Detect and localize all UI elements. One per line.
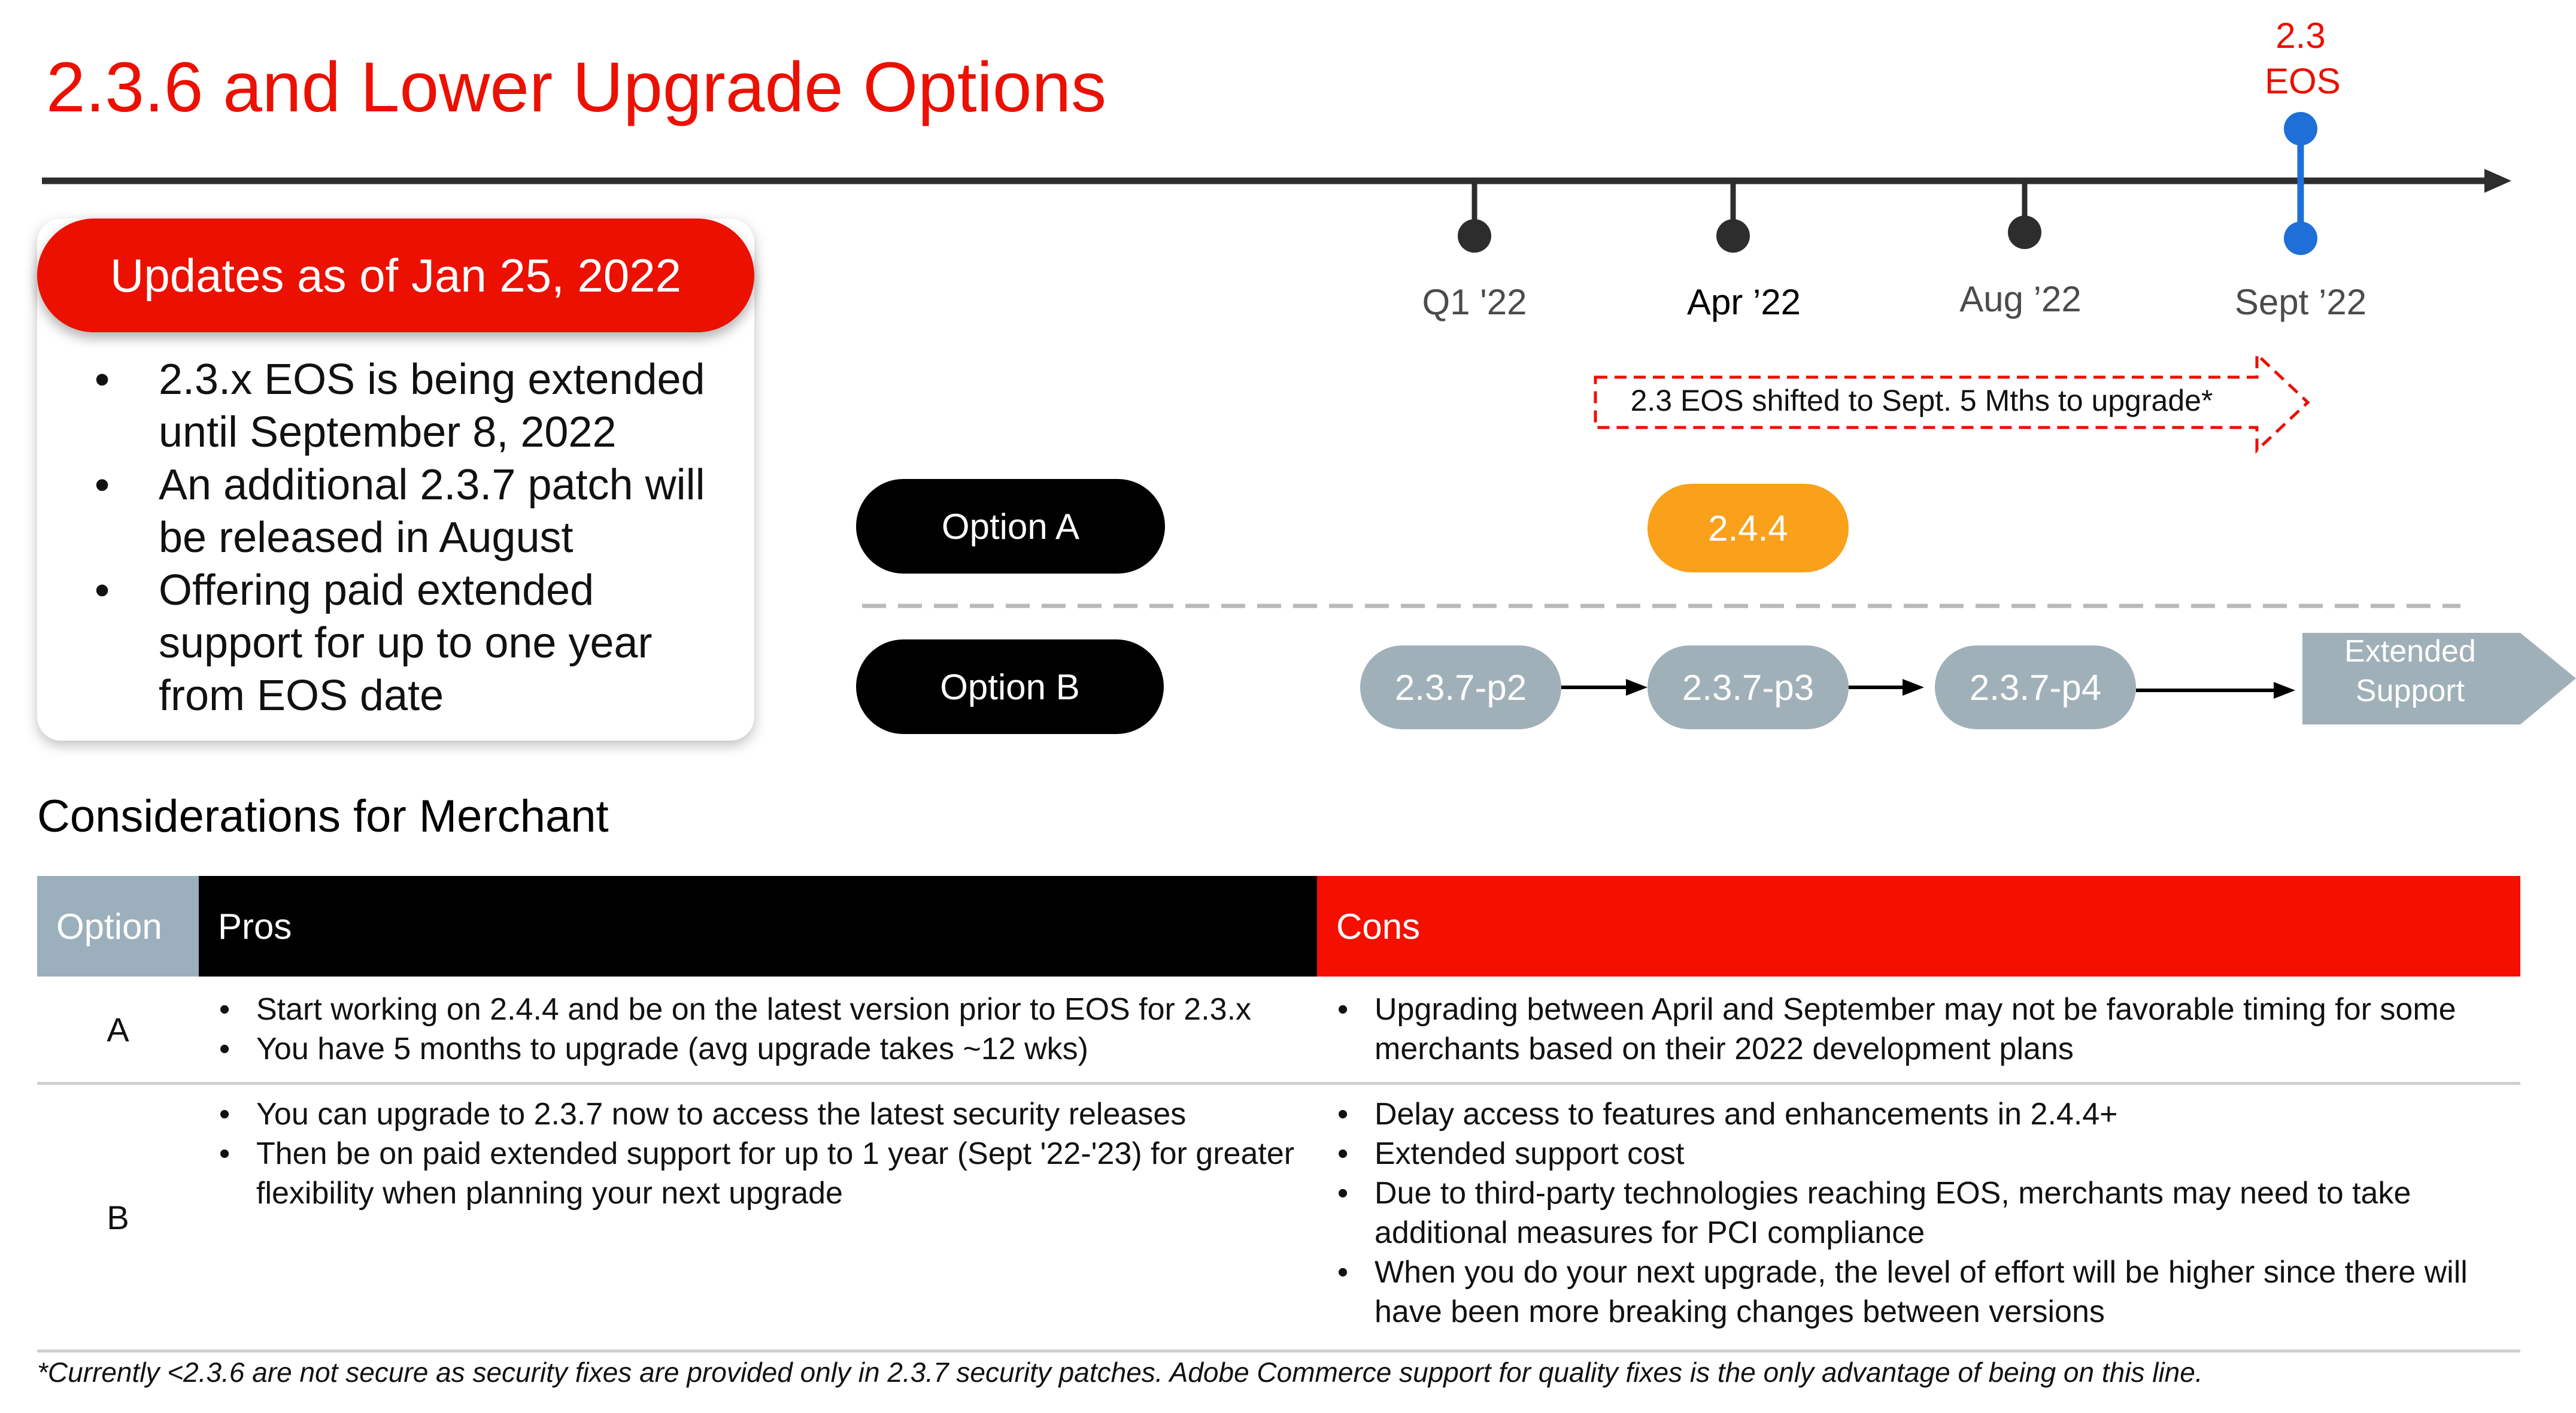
milestone-aug-label: Aug ’22 [1959,279,2082,319]
considerations-title: Considerations for Merchant [37,791,609,842]
con-item: Extended support cost [1329,1134,2508,1174]
option-b-badge: Option B [856,639,1164,734]
row-pros: Start working on 2.4.4 and be on the lat… [199,977,1317,1085]
pro-item: Then be on paid extended support for up … [211,1134,1305,1213]
eos-label-text: EOS [2265,61,2341,101]
con-item: Delay access to features and enhancement… [1329,1094,2508,1134]
milestone-sept-label: Sept ’22 [2234,282,2367,322]
row-option: A [37,977,199,1085]
option-b-connector [2136,682,2295,699]
pro-item: You have 5 months to upgrade (avg upgrad… [211,1029,1305,1069]
option-b-step-p2: 2.3.7-p2 [1360,645,1561,729]
considerations-table: Option Pros Cons A Start working on 2.4.… [37,876,2520,1353]
eos-shift-note: 2.3 EOS shifted to Sept. 5 Mths to upgra… [1630,384,2213,417]
footnote: *Currently <2.3.6 are not secure as secu… [37,1357,2203,1388]
row-cons: Delay access to features and enhancement… [1317,1083,2520,1353]
milestone-aug-marker [2008,181,2041,249]
table-header-row: Option Pros Cons [37,876,2520,977]
con-item: Due to third-party technologies reaching… [1329,1174,2508,1253]
updates-list-item: Offering paid extended support for up to… [90,564,724,722]
con-item: Upgrading between April and September ma… [1329,990,2508,1069]
option-b-connector [1849,679,1924,696]
updates-list: 2.3.x EOS is being extended until Septem… [90,353,724,722]
extended-support-line1: Extended [2344,634,2476,669]
option-b-step-p3: 2.3.7-p3 [1647,645,1849,729]
extended-support-line2: Support [2355,674,2465,708]
row-option: B [37,1083,199,1353]
table-row: A Start working on 2.4.4 and be on the l… [37,977,2520,1085]
option-b-connector [1561,679,1647,696]
option-a-badge: Option A [856,479,1165,574]
extended-support-label: Extended Support [2302,632,2518,711]
row-pros: You can upgrade to 2.3.7 now to access t… [199,1083,1317,1353]
header-cons: Cons [1317,876,2520,977]
header-option: Option [37,876,199,977]
option-b-step-p4: 2.3.7-p4 [1935,645,2136,729]
updates-list-item: 2.3.x EOS is being extended until Septem… [90,353,724,459]
header-pros: Pros [199,876,1317,977]
milestone-apr-marker [1716,181,1750,253]
milestone-q1-label: Q1 '22 [1422,282,1527,322]
updates-header: Updates as of Jan 25, 2022 [37,219,754,332]
table-row: B You can upgrade to 2.3.7 now to access… [37,1083,2520,1353]
milestone-q1-marker [1458,181,1491,253]
timeline-arrowhead [2484,169,2511,193]
con-item: When you do your next upgrade, the level… [1329,1253,2508,1332]
option-a-version-2-4-4: 2.4.4 [1647,484,1849,572]
row-cons: Upgrading between April and September ma… [1317,977,2520,1085]
pro-item: You can upgrade to 2.3.7 now to access t… [211,1094,1305,1134]
pro-item: Start working on 2.4.4 and be on the lat… [211,990,1305,1029]
updates-list-item: An additional 2.3.7 patch will be releas… [90,459,724,564]
milestone-apr-label: Apr ’22 [1686,282,1801,322]
eos-label: 2.3 EOS [2265,13,2341,104]
eos-label-version: 2.3 [2275,16,2326,56]
